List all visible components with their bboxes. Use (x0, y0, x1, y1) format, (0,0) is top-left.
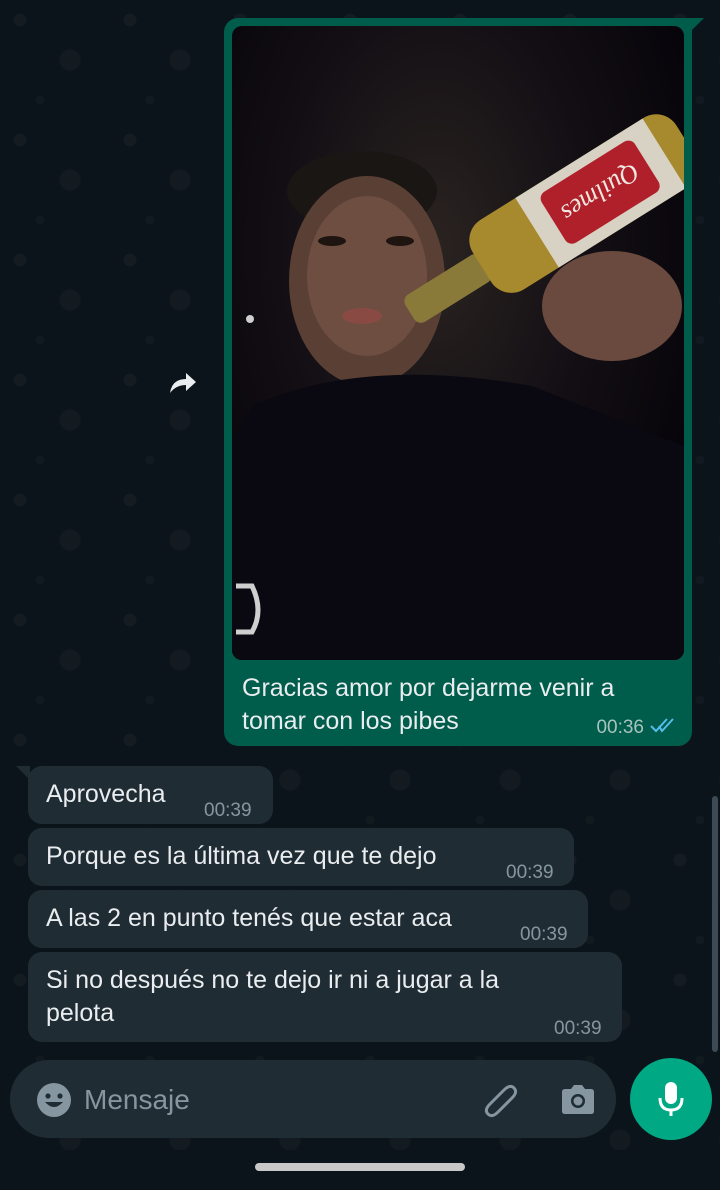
read-receipt-icon (650, 716, 676, 739)
message-photo[interactable]: Quilmes (232, 26, 684, 660)
emoji-icon[interactable] (36, 1082, 72, 1118)
forward-icon (170, 373, 196, 393)
outgoing-message-meta: 00:36 (596, 716, 676, 739)
chat-scrollbar[interactable] (712, 796, 718, 1052)
forward-button[interactable] (160, 360, 206, 406)
message-text: A las 2 en punto tenés que estar aca (46, 904, 452, 932)
message-time: 00:39 (204, 800, 252, 821)
incoming-message-bubble[interactable]: Si no después no te dejo ir ni a jugar a… (28, 952, 622, 1042)
message-time: 00:39 (520, 924, 568, 945)
message-composer[interactable]: Mensaje (10, 1060, 616, 1138)
message-input[interactable]: Mensaje (84, 1082, 190, 1118)
incoming-message-bubble[interactable]: Porque es la última vez que te dejo 00:3… (28, 828, 574, 886)
message-text: Porque es la última vez que te dejo (46, 842, 437, 870)
voice-record-button[interactable] (630, 1058, 712, 1140)
microphone-icon (658, 1082, 684, 1116)
message-time: 00:39 (554, 1018, 602, 1039)
message-time: 00:39 (506, 862, 554, 883)
camera-icon[interactable] (558, 1080, 598, 1120)
message-text: Aprovecha (46, 780, 166, 808)
message-time: 00:36 (596, 716, 644, 738)
home-gesture-handle[interactable] (255, 1163, 465, 1171)
incoming-message-bubble[interactable]: A las 2 en punto tenés que estar aca 00:… (28, 890, 588, 948)
paperclip-icon[interactable] (480, 1080, 520, 1120)
incoming-message-bubble[interactable]: Aprovecha 00:39 (28, 766, 273, 824)
message-text: Si no después no te dejo ir ni a jugar a… (46, 966, 500, 1027)
bubble-tail (690, 18, 704, 32)
